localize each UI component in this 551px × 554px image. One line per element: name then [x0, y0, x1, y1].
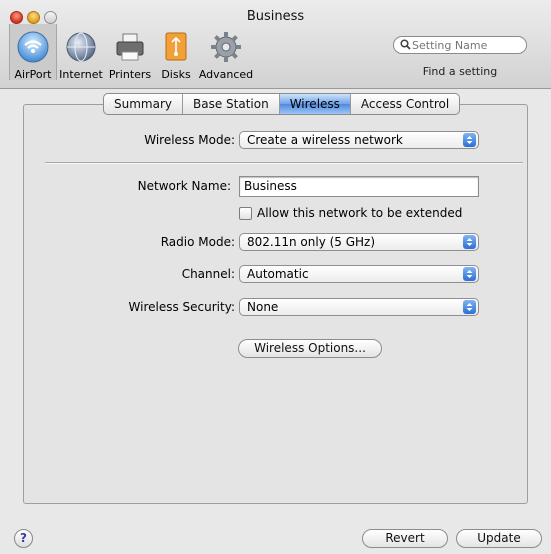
toolbar-item-internet[interactable]: Internet [58, 24, 104, 81]
toolbar-item-printers[interactable]: Printers [107, 24, 153, 81]
disk-icon [159, 30, 193, 64]
toolbar-label: Internet [59, 68, 103, 81]
tab-wireless[interactable]: Wireless [279, 94, 351, 114]
wireless-security-popup[interactable]: None [239, 298, 479, 316]
toolbar-item-disks[interactable]: Disks [156, 24, 196, 81]
title-toolbar-area: Business AirPort Internet Printers Disks… [0, 0, 551, 89]
search-icon [400, 39, 411, 53]
popup-arrows-icon [463, 267, 476, 281]
help-button[interactable]: ? [14, 529, 33, 548]
globe-icon [64, 30, 98, 64]
gear-icon [209, 30, 243, 64]
network-name-field[interactable]: Business [239, 176, 479, 197]
revert-button[interactable]: Revert [362, 529, 448, 548]
section-divider [45, 162, 523, 164]
wireless-mode-label: Wireless Mode: [144, 133, 235, 147]
channel-label: Channel: [181, 267, 235, 281]
find-setting-label: Find a setting [422, 65, 498, 78]
window-title: Business [246, 9, 305, 24]
wireless-mode-value: Create a wireless network [247, 133, 403, 147]
airport-icon [16, 30, 50, 64]
preferences-window: Business AirPort Internet Printers Disks… [0, 0, 551, 554]
toolbar-label: AirPort [14, 68, 52, 81]
tab-summary[interactable]: Summary [104, 94, 183, 114]
wireless-mode-popup[interactable]: Create a wireless network [239, 131, 479, 149]
radio-mode-value: 802.11n only (5 GHz) [247, 235, 376, 249]
tab-base-station[interactable]: Base Station [183, 94, 280, 114]
toolbar-label: Disks [161, 68, 191, 81]
allow-extend-checkbox[interactable] [239, 207, 252, 220]
update-button[interactable]: Update [456, 529, 542, 548]
toolbar-item-advanced[interactable]: Advanced [198, 24, 254, 81]
allow-extend-label[interactable]: Allow this network to be extended [257, 206, 462, 220]
wireless-options-button[interactable]: Wireless Options... [238, 339, 382, 358]
tab-access-control[interactable]: Access Control [351, 94, 459, 114]
search-field[interactable] [393, 36, 527, 54]
radio-mode-label: Radio Mode: [160, 235, 235, 249]
channel-value: Automatic [247, 267, 309, 281]
channel-popup[interactable]: Automatic [239, 265, 479, 283]
toolbar-label: Printers [108, 68, 152, 81]
network-name-label: Network Name: [137, 179, 231, 193]
popup-arrows-icon [463, 235, 476, 249]
toolbar-item-airport[interactable]: AirPort [9, 24, 57, 81]
search-input[interactable] [412, 37, 520, 53]
popup-arrows-icon [463, 300, 476, 314]
wireless-security-value: None [247, 300, 279, 314]
toolbar-label: Advanced [198, 68, 254, 81]
tab-bar: Summary Base Station Wireless Access Con… [103, 93, 461, 115]
popup-arrows-icon [463, 133, 476, 147]
wireless-security-label: Wireless Security: [128, 300, 235, 314]
radio-mode-popup[interactable]: 802.11n only (5 GHz) [239, 233, 479, 251]
printer-icon [113, 30, 147, 64]
